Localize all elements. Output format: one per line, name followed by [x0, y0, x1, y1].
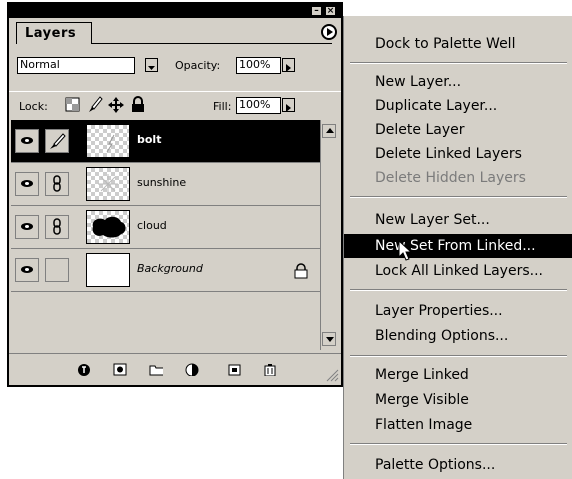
menu-item-flatten-image[interactable]: Flatten Image	[344, 413, 572, 437]
chevron-right-icon	[286, 64, 291, 72]
fill-field[interactable]: 100%	[236, 97, 281, 114]
layer-thumbnail	[86, 124, 130, 158]
menu-item-new-layer[interactable]: New Layer...	[344, 70, 572, 94]
scroll-down-arrow-icon[interactable]	[322, 332, 336, 346]
menu-item-delete-linked-layers[interactable]: Delete Linked Layers	[344, 142, 572, 166]
chain-link-icon[interactable]	[45, 172, 69, 196]
new-adjustment-layer-icon[interactable]	[185, 363, 199, 376]
brush-icon[interactable]	[45, 129, 69, 153]
visibility-eye-icon[interactable]	[15, 129, 39, 153]
visibility-eye-icon[interactable]	[15, 215, 39, 239]
menu-item-delete-layer[interactable]: Delete Layer	[344, 118, 572, 142]
layers-palette: – × Layers Normal Opacity: 100% Lock: Fi…	[7, 2, 343, 387]
layer-name: cloud	[137, 219, 167, 232]
palette-menu-arrow-icon[interactable]	[321, 24, 337, 40]
opacity-slider-button[interactable]	[282, 58, 295, 72]
layer-name: Background	[137, 262, 203, 275]
layer-name: sunshine	[137, 176, 187, 189]
menu-item-merge-linked[interactable]: Merge Linked	[344, 363, 572, 387]
menu-item-merge-visible[interactable]: Merge Visible	[344, 388, 572, 412]
menu-separator	[350, 443, 567, 445]
blend-mode-value: Normal	[20, 58, 60, 71]
blend-mode-select[interactable]: Normal	[17, 57, 135, 74]
visibility-eye-icon[interactable]	[15, 172, 39, 196]
create-new-layer-icon[interactable]	[228, 363, 242, 376]
menu-item-lock-all-linked-layers[interactable]: Lock All Linked Layers...	[344, 259, 572, 283]
minimize-icon[interactable]: –	[311, 6, 322, 16]
layer-thumbnail	[86, 167, 130, 201]
layer-row-background[interactable]: Background	[11, 249, 320, 292]
new-layer-set-folder-icon[interactable]	[149, 363, 163, 376]
tab-layers[interactable]: Layers	[16, 22, 92, 44]
menu-item-new-layer-set[interactable]: New Layer Set...	[344, 208, 572, 232]
menu-item-blending-options[interactable]: Blending Options...	[344, 324, 572, 348]
menu-item-delete-hidden-layers: Delete Hidden Layers	[375, 170, 526, 186]
palette-bottom-toolbar	[9, 353, 341, 383]
blend-mode-dropdown-button[interactable]	[145, 58, 158, 72]
padlock-icon	[294, 263, 308, 279]
menu-separator	[350, 62, 567, 64]
layer-name: bolt	[137, 133, 162, 146]
menu-separator	[350, 289, 567, 291]
layer-thumbnail	[86, 253, 130, 287]
fill-slider-button[interactable]	[282, 98, 295, 112]
fill-label: Fill:	[213, 100, 232, 113]
menu-separator	[350, 196, 567, 198]
link-slot[interactable]	[45, 258, 69, 282]
scroll-up-arrow-icon[interactable]	[322, 124, 336, 138]
divider	[9, 91, 341, 92]
palette-flyout-menu: Dock to Palette Well New Layer... Duplic…	[343, 16, 572, 479]
menu-item-new-set-from-linked[interactable]: New Set From Linked...	[344, 234, 572, 258]
chevron-right-icon	[286, 104, 291, 112]
close-icon[interactable]: ×	[325, 6, 336, 16]
menu-item-duplicate-layer[interactable]: Duplicate Layer...	[344, 94, 572, 118]
visibility-eye-icon[interactable]	[15, 258, 39, 282]
menu-separator	[350, 355, 567, 357]
lock-position-move-icon[interactable]	[107, 96, 125, 114]
menu-item-dock-to-palette-well[interactable]: Dock to Palette Well	[344, 32, 572, 56]
mouse-pointer-icon	[398, 239, 413, 261]
layer-list: bolt sunshine cloud Background	[11, 120, 320, 338]
lock-all-padlock-icon[interactable]	[130, 96, 146, 114]
menu-item-layer-properties[interactable]: Layer Properties...	[344, 299, 572, 323]
fill-value: 100%	[239, 98, 271, 111]
lock-pixels-brush-icon[interactable]	[87, 96, 103, 114]
opacity-value: 100%	[239, 58, 271, 71]
add-layer-mask-icon[interactable]	[113, 363, 127, 376]
palette-titlebar[interactable]: – ×	[9, 4, 341, 18]
trash-icon[interactable]	[263, 363, 277, 376]
add-layer-style-icon[interactable]	[77, 363, 91, 376]
chevron-down-icon	[148, 66, 155, 70]
layer-row-cloud[interactable]: cloud	[11, 206, 320, 249]
layer-row-bolt[interactable]: bolt	[11, 120, 320, 163]
layer-list-scrollbar[interactable]	[320, 120, 337, 350]
lock-transparency-icon[interactable]	[65, 97, 81, 113]
opacity-field[interactable]: 100%	[236, 57, 281, 74]
tab-divider	[92, 43, 332, 44]
chain-link-icon[interactable]	[45, 215, 69, 239]
resize-grip-icon[interactable]	[325, 368, 339, 382]
lock-label: Lock:	[19, 100, 48, 113]
opacity-label: Opacity:	[175, 59, 221, 72]
menu-item-palette-options[interactable]: Palette Options...	[344, 453, 572, 477]
layer-row-sunshine[interactable]: sunshine	[11, 163, 320, 206]
layer-thumbnail	[86, 210, 130, 244]
